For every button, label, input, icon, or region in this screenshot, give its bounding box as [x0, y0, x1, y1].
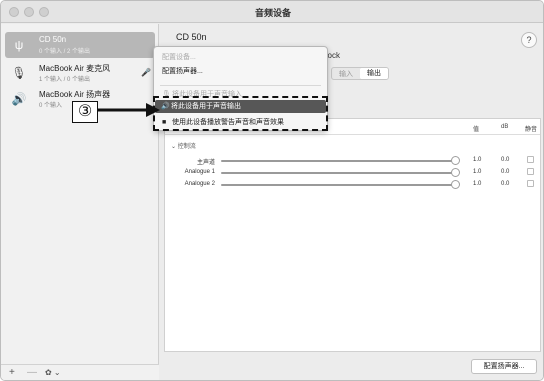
microphone-icon: 🎙 [11, 66, 27, 80]
device-title: CD 50n [176, 32, 207, 42]
configure-speakers-button[interactable]: 配置扬声器... [471, 359, 537, 374]
usb-icon: ψ [14, 38, 24, 52]
tab-input[interactable]: 输入 [334, 69, 358, 79]
channel-value: 1.0 [473, 157, 482, 163]
volume-slider[interactable] [221, 160, 457, 162]
device-sidebar: ψ CD 50n 0 个输入 / 2 个输出 🎙 MacBook Air 麦克风… [1, 24, 159, 380]
gear-icon[interactable]: ✿ ⌄ [45, 367, 61, 379]
column-mute: 静音 [525, 127, 538, 133]
sidebar-toolbar: + — ✿ ⌄ [1, 364, 159, 380]
channel-panel: 值 dB 静音 ⌄ 控制流 主声道 1.0 0.0 Analogue 1 1.0… [164, 118, 541, 352]
channel-name: 主声道 [196, 160, 215, 166]
device-item-macbook-mic[interactable]: 🎙 MacBook Air 麦克风 1 个输入 / 0 个输出 🎤 [5, 60, 155, 86]
channel-row: 主声道 1.0 0.0 [165, 155, 540, 167]
remove-device-button[interactable]: — [27, 367, 37, 379]
mute-checkbox[interactable] [527, 168, 534, 175]
column-value: 值 [473, 127, 480, 133]
channel-row: Analogue 1 1.0 0.0 [165, 167, 540, 179]
menu-item-configure-speakers[interactable]: 配置扬声器... [162, 66, 203, 76]
channel-row: Analogue 2 1.0 0.0 [165, 179, 540, 191]
callout-arrow [98, 103, 160, 117]
channel-name: Analogue 2 [184, 181, 215, 187]
device-item-cd50n[interactable]: ψ CD 50n 0 个输入 / 2 个输出 [5, 32, 155, 58]
add-device-button[interactable]: + [9, 367, 15, 379]
highlight-dashed-box [153, 96, 328, 131]
title-bar: 音频设备 [1, 1, 543, 23]
menu-item-configure-device[interactable]: 配置设备... [162, 52, 196, 62]
device-name: CD 50n [39, 35, 67, 44]
channel-name: Analogue 1 [184, 169, 215, 175]
channel-value: 1.0 [473, 181, 482, 187]
help-button[interactable]: ? [521, 32, 537, 48]
volume-slider[interactable] [221, 184, 457, 186]
window-title: 音频设备 [254, 8, 291, 18]
channel-db: 0.0 [501, 169, 510, 175]
channel-db: 0.0 [501, 181, 510, 187]
menu-separator [160, 85, 321, 86]
device-name: MacBook Air 扬声器 [39, 90, 111, 99]
column-db: dB [501, 124, 509, 130]
volume-slider[interactable] [221, 172, 457, 174]
channel-db: 0.0 [501, 157, 510, 163]
group-label[interactable]: ⌄ 控制流 [171, 141, 196, 150]
device-io-count: 1 个输入 / 0 个输出 [39, 77, 91, 83]
device-name: MacBook Air 麦克风 [39, 64, 111, 73]
audio-devices-window: 音频设备 ψ CD 50n 0 个输入 / 2 个输出 🎙 MacBook Ai… [0, 0, 544, 381]
step-callout: ③ [72, 101, 98, 123]
volume-slider-knob[interactable] [451, 168, 460, 177]
io-segmented-control: 输入 输出 [331, 67, 389, 80]
volume-slider-knob[interactable] [451, 180, 460, 189]
tab-output[interactable]: 输出 [360, 68, 388, 79]
speaker-icon: 🔊 [11, 92, 27, 106]
microphone-icon: 🎤 [141, 68, 151, 77]
device-io-count: 0 个输入 / 2 个输出 [39, 49, 91, 55]
volume-slider-knob[interactable] [451, 156, 460, 165]
mute-checkbox[interactable] [527, 180, 534, 187]
device-io-count: 0 个输入 [39, 103, 63, 109]
mute-checkbox[interactable] [527, 156, 534, 163]
channel-value: 1.0 [473, 169, 482, 175]
